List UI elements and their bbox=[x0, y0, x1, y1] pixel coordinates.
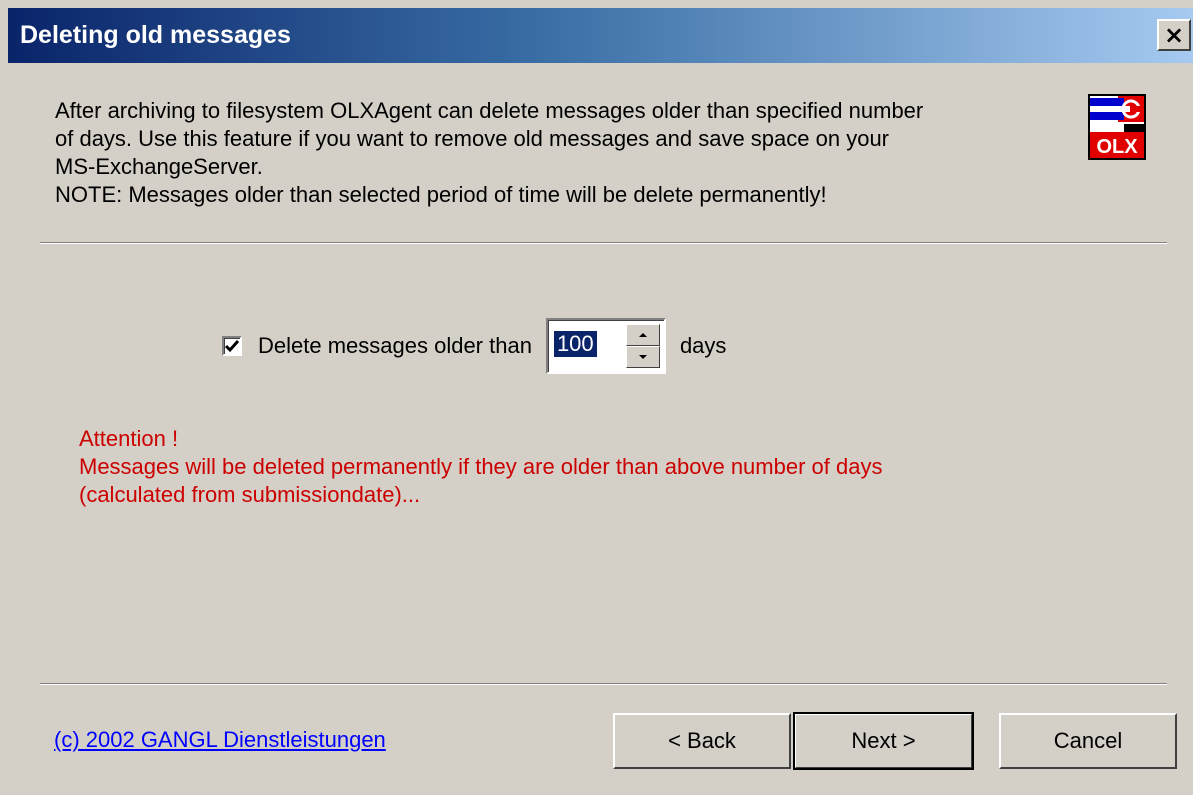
checkmark-icon bbox=[225, 340, 239, 353]
attention-line: Messages will be deleted permanently if … bbox=[79, 454, 883, 479]
intro-line: After archiving to filesystem OLXAgent c… bbox=[55, 98, 924, 123]
intro-line: MS-ExchangeServer. bbox=[55, 154, 263, 179]
title-bar[interactable]: Deleting old messages × bbox=[8, 8, 1193, 63]
days-input[interactable]: 100 bbox=[553, 331, 597, 357]
back-button[interactable]: < Back bbox=[613, 713, 791, 769]
attention-line: (calculated from submissiondate)... bbox=[79, 482, 421, 507]
intro-text: After archiving to filesystem OLXAgent c… bbox=[55, 97, 1065, 209]
olx-logo-icon: OLX bbox=[1088, 94, 1146, 160]
attention-heading: Attention ! bbox=[79, 426, 179, 451]
delete-old-messages-checkbox[interactable] bbox=[222, 336, 242, 356]
arrow-up-icon bbox=[638, 333, 647, 337]
close-icon: × bbox=[1163, 21, 1185, 49]
intro-note: NOTE: Messages older than selected perio… bbox=[55, 182, 827, 207]
intro-line: of days. Use this feature if you want to… bbox=[55, 126, 890, 151]
cancel-button[interactable]: Cancel bbox=[999, 713, 1177, 769]
spinner-buttons bbox=[625, 324, 660, 368]
copyright-link[interactable]: (c) 2002 GANGL Dienstleistungen bbox=[54, 727, 386, 753]
arrow-down-icon bbox=[638, 355, 647, 359]
window-title: Deleting old messages bbox=[20, 21, 291, 49]
next-button[interactable]: Next > bbox=[793, 712, 974, 770]
header-separator bbox=[40, 242, 1167, 244]
days-unit-label: days bbox=[679, 333, 727, 358]
spinner-down-button[interactable] bbox=[625, 346, 660, 368]
close-button[interactable]: × bbox=[1157, 19, 1191, 51]
dialog-window: Deleting old messages × After archiving … bbox=[0, 0, 1193, 795]
spinner-up-button[interactable] bbox=[625, 324, 660, 346]
logo-text: OLX bbox=[1096, 136, 1138, 158]
attention-warning: Attention ! Messages will be deleted per… bbox=[79, 425, 1139, 509]
delete-option-label[interactable]: Delete messages older than bbox=[258, 333, 532, 359]
delete-option-row: Delete messages older than 100 days bbox=[222, 318, 726, 374]
days-spinner[interactable]: 100 bbox=[545, 318, 666, 374]
footer-separator bbox=[40, 683, 1167, 685]
